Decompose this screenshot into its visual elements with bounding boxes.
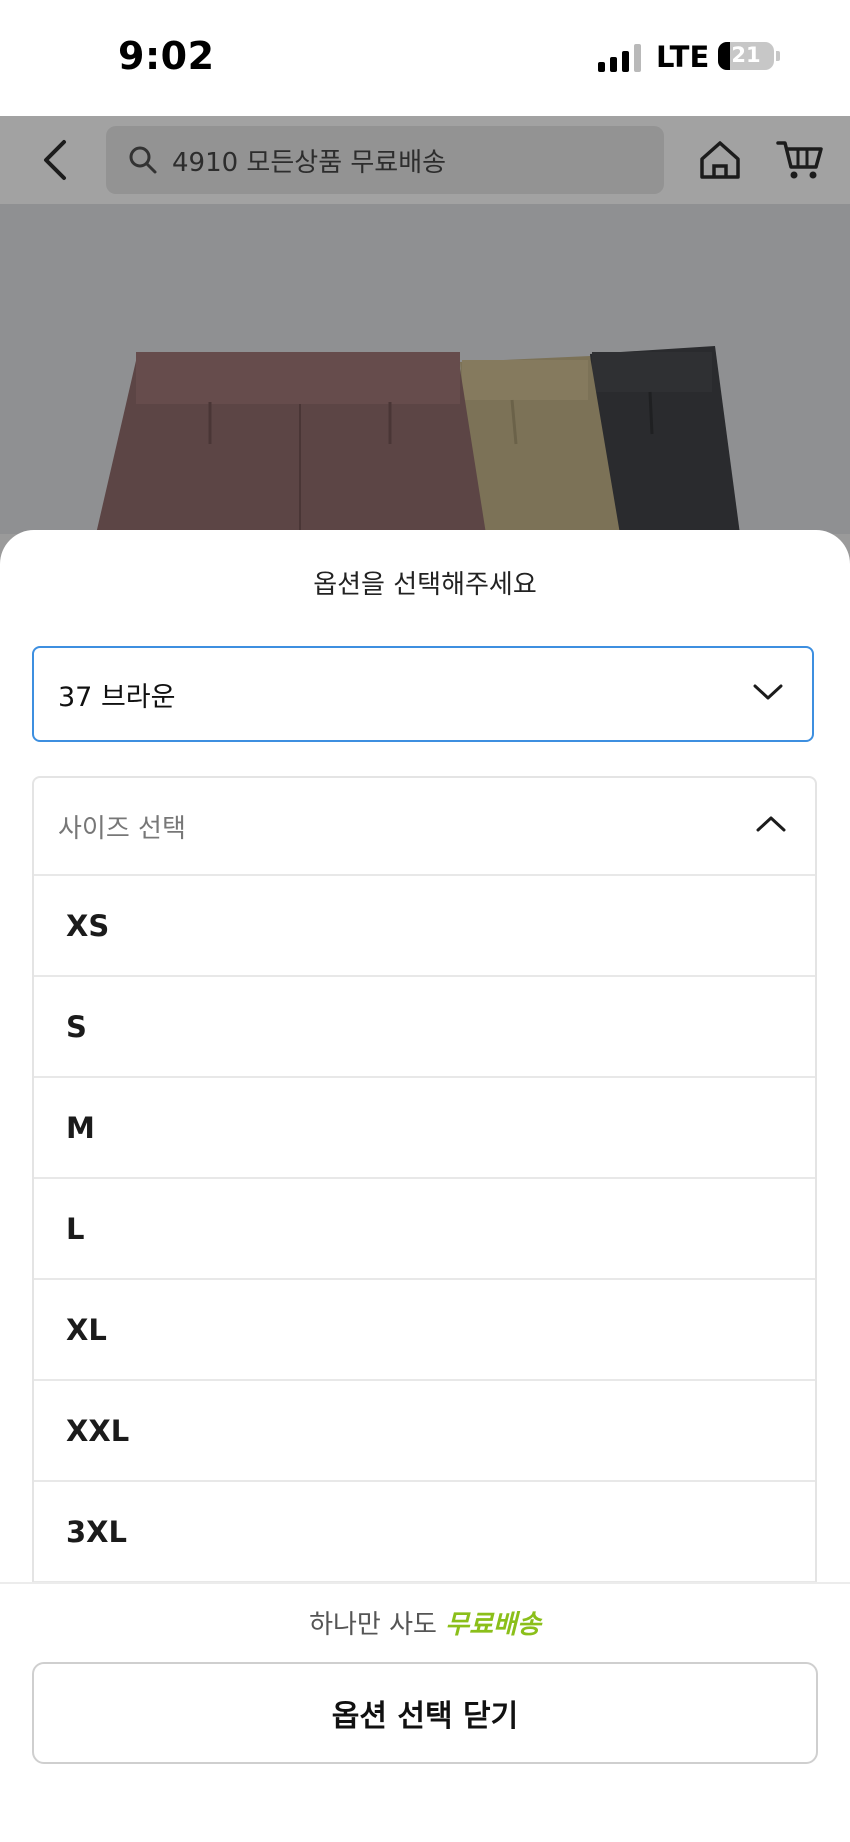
sheet-footer: 하나만 사도 무료배송 옵션 선택 닫기 <box>0 1582 850 1842</box>
battery-tip <box>776 51 780 61</box>
size-option-l[interactable]: L <box>34 1179 815 1280</box>
close-options-button[interactable]: 옵션 선택 닫기 <box>32 1662 818 1764</box>
status-time: 9:02 <box>118 34 215 78</box>
status-bar: 9:02 LTE 21 <box>0 0 850 116</box>
sheet-title: 옵션을 선택해주세요 <box>313 570 537 600</box>
color-option-select[interactable]: 37 브라운 <box>32 646 814 742</box>
product-image <box>0 204 850 534</box>
size-option-list: XS S M L XL XXL 3XL <box>34 876 815 1583</box>
promo-prefix: 하나만 사도 <box>309 1610 437 1640</box>
back-arrow-icon[interactable] <box>30 116 80 204</box>
size-option-s[interactable]: S <box>34 977 815 1078</box>
cart-icon[interactable] <box>772 116 828 204</box>
signal-strength-icon <box>598 44 644 72</box>
chevron-down-icon <box>752 682 784 706</box>
search-icon <box>128 144 160 176</box>
search-placeholder: 4910 모든상품 무료배송 <box>172 147 447 178</box>
battery-icon: 21 <box>718 42 774 70</box>
promo-free-shipping: 무료배송 <box>445 1610 541 1640</box>
chevron-up-icon <box>755 814 787 838</box>
size-select-header[interactable]: 사이즈 선택 <box>34 778 815 876</box>
screen: 9:02 LTE 21 4910 모든상품 무료배송 옵션을 선택해주세요 37… <box>0 0 850 1842</box>
size-option-m[interactable]: M <box>34 1078 815 1179</box>
size-select-label: 사이즈 선택 <box>58 813 186 844</box>
battery-percent: 21 <box>731 43 761 67</box>
top-navigation: 4910 모든상품 무료배송 <box>0 116 850 204</box>
size-option-3xl[interactable]: 3XL <box>34 1482 815 1583</box>
promo-text: 하나만 사도 무료배송 <box>0 1604 850 1641</box>
color-select-value: 37 브라운 <box>58 681 176 713</box>
product-pants-image <box>0 204 850 534</box>
size-option-xxl[interactable]: XXL <box>34 1381 815 1482</box>
search-bar[interactable]: 4910 모든상품 무료배송 <box>106 126 664 194</box>
home-icon[interactable] <box>694 116 746 204</box>
network-type: LTE <box>656 40 710 74</box>
size-option-xl[interactable]: XL <box>34 1280 815 1381</box>
size-option-xs[interactable]: XS <box>34 876 815 977</box>
